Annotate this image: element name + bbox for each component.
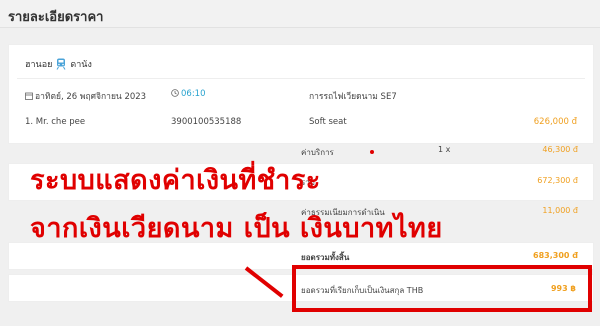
service-fee-price: 46,300 đ	[542, 145, 578, 154]
subtotal-price: 672,300 đ	[537, 176, 578, 185]
route: ฮานอย ดานัง	[25, 57, 92, 71]
calendar-icon	[25, 92, 33, 100]
train-label: การรถไฟเวียดนาม SE7	[309, 92, 397, 102]
service-fee-qty: 1 x	[438, 145, 451, 154]
divider	[17, 78, 585, 79]
total-price: 683,300 đ	[533, 251, 578, 260]
passenger-id: 3900100535188	[171, 117, 242, 127]
trip-card: ฮานอย ดานัง อาทิตย์, 26 พฤศจิกายน 2023 0…	[8, 44, 594, 144]
page-header: รายละเอียดราคา	[0, 0, 600, 28]
route-from: ฮานอย	[25, 60, 53, 70]
processing-fee-price: 11,000 đ	[542, 206, 578, 215]
trip-date: อาทิตย์, 26 พฤศจิกายน 2023	[35, 92, 147, 102]
route-to: ดานัง	[70, 60, 92, 70]
annotation-highlight-box	[292, 265, 592, 312]
total-label: ยอดรวมทั้งสิ้น	[301, 253, 350, 262]
clock-icon	[171, 89, 179, 97]
train-icon	[56, 58, 66, 70]
service-fee-row: ค่าบริการ 1 x 46,300 đ	[294, 143, 586, 165]
trip-time: 06:10	[181, 89, 206, 99]
annotation-dot	[370, 150, 374, 154]
seat-type: Soft seat	[309, 117, 347, 127]
annotation-line-1: ระบบแสดงค่าเงินที่ชำระ	[30, 165, 321, 196]
seat-price: 626,000 đ	[533, 117, 577, 127]
annotation-line-2: จากเงินเวียดนาม เป็น เงินบาทไทย	[30, 213, 443, 244]
passenger-name: 1. Mr. che pee	[25, 117, 86, 127]
page-title: รายละเอียดราคา	[8, 10, 104, 25]
